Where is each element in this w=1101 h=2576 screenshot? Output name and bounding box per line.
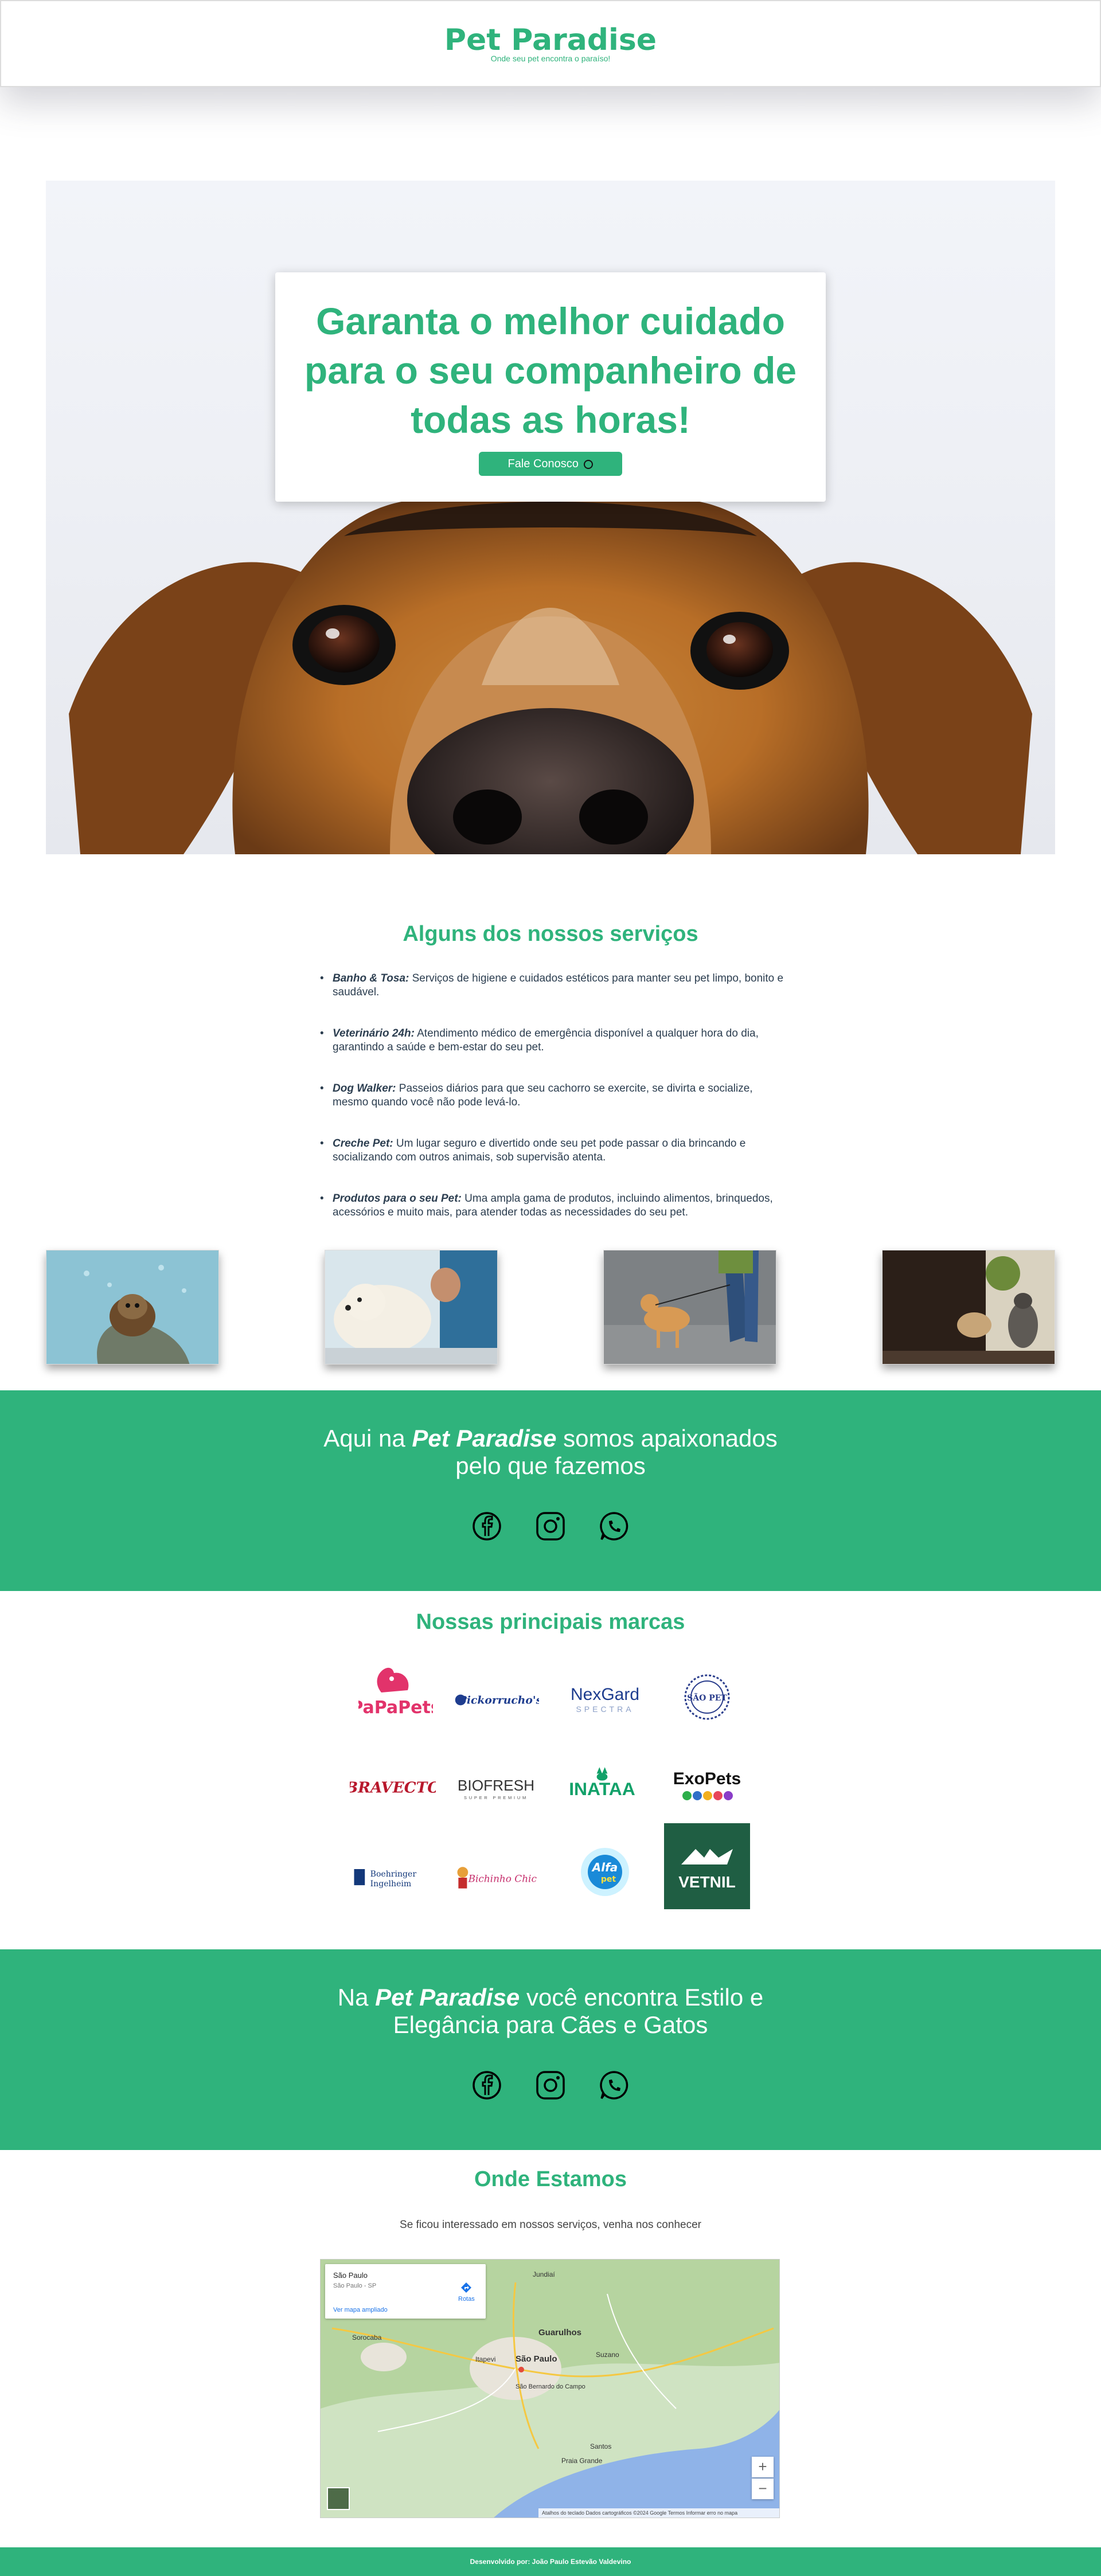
list-item: Produtos para o seu Pet: Uma ampla gama …: [320, 1192, 790, 1219]
svg-text:SPECTRA: SPECTRA: [576, 1705, 634, 1714]
whatsapp-icon: [584, 459, 594, 469]
map-label: Suzano: [596, 2351, 619, 2359]
services-title: Alguns dos nossos serviços: [403, 922, 698, 946]
brand-logo-bravecto[interactable]: BRAVECTO: [350, 1757, 436, 1820]
passion-banner: Aqui na Pet Paradise somos apaixonados p…: [0, 1390, 1101, 1591]
map-label: Santos: [590, 2442, 611, 2450]
social-links: [0, 2070, 1101, 2104]
brands-title: Nossas principais marcas: [416, 1610, 685, 1634]
photo-daycare[interactable]: [882, 1250, 1055, 1365]
services-list: Banho & Tosa: Serviços de higiene e cuid…: [320, 972, 790, 1247]
brand-label: Bichinho Chic: [468, 1873, 537, 1885]
location-title: Onde Estamos: [474, 2167, 627, 2191]
brand-title[interactable]: Pet Paradise: [1, 23, 1100, 57]
hero-card: Garanta o melhor cuidado para o seu comp…: [275, 272, 826, 502]
site-footer: Desenvolvido por: João Paulo Estevão Val…: [0, 2547, 1101, 2576]
style-banner: Na Pet Paradise você encontra Estilo e E…: [0, 1949, 1101, 2150]
service-desc: Um lugar seguro e divertido onde seu pet…: [333, 1137, 746, 1163]
brand-logo-bichinho-chic[interactable]: Bichinho Chic: [453, 1846, 539, 1909]
service-name: Creche Pet:: [333, 1137, 393, 1150]
photo-vet[interactable]: [325, 1250, 498, 1365]
hero-title: Garanta o melhor cuidado para o seu comp…: [304, 300, 797, 441]
instagram-icon[interactable]: [535, 2070, 566, 2101]
contact-button[interactable]: Fale Conosco: [479, 452, 622, 476]
banner-pre: Aqui na: [323, 1425, 412, 1452]
brand-logo-boehringer[interactable]: Boehringer Ingelheim: [350, 1846, 436, 1909]
svg-text:Alfa: Alfa: [591, 1860, 618, 1874]
brand-label: SÃO PET: [687, 1692, 727, 1703]
zoom-in-button[interactable]: +: [752, 2457, 774, 2477]
map-place-address: São Paulo - SP: [333, 2282, 377, 2289]
svg-text:NexGard: NexGard: [571, 1685, 639, 1704]
map-expand-link[interactable]: Ver mapa ampliado: [333, 2307, 388, 2313]
banner-text: Aqui na Pet Paradise somos apaixonados p…: [0, 1425, 1101, 1480]
whatsapp-icon[interactable]: [599, 2070, 630, 2101]
hero-section: Garanta o melhor cuidado para o seu comp…: [46, 181, 1055, 854]
map-label: Sorocaba: [352, 2333, 382, 2342]
contact-button-label: Fale Conosco: [507, 458, 579, 470]
svg-text:Boehringer: Boehringer: [370, 1870, 417, 1879]
map-label: Itapevi: [475, 2355, 495, 2363]
social-links: [0, 1511, 1101, 1545]
brand-logo-vetnil[interactable]: VETNIL: [664, 1823, 750, 1909]
brand-logo-pickorruchos[interactable]: Pickorrucho's: [453, 1668, 539, 1731]
list-item: Banho & Tosa: Serviços de higiene e cuid…: [320, 972, 790, 999]
brand-logo-alfapet[interactable]: Alfa pet: [562, 1840, 648, 1903]
svg-text:Ingelheim: Ingelheim: [370, 1879, 412, 1889]
map-label: São Bernardo do Campo: [516, 2383, 585, 2390]
brand-tagline: Onde seu pet encontra o paraíso!: [490, 54, 611, 63]
whatsapp-icon[interactable]: [599, 1511, 630, 1542]
banner-text: Na Pet Paradise você encontra Estilo e E…: [0, 1984, 1101, 2039]
map-directions-button[interactable]: Rotas: [458, 2281, 475, 2303]
photo-dog-walker[interactable]: [603, 1250, 776, 1365]
map-place-name: São Paulo: [333, 2271, 368, 2280]
brand-label: PaPaPets: [358, 1698, 433, 1718]
service-name: Dog Walker:: [333, 1082, 396, 1094]
brand-label: BIOFRESH: [458, 1777, 534, 1794]
brand-label: Pickorrucho's: [458, 1694, 539, 1707]
banner-pre: Na: [337, 1984, 376, 2011]
svg-text:pet: pet: [601, 1875, 616, 1884]
site-header: Pet Paradise Onde seu pet encontra o par…: [0, 0, 1101, 87]
facebook-icon[interactable]: [471, 1511, 502, 1542]
brand-logo-nexgard[interactable]: NexGard SPECTRA: [562, 1668, 648, 1731]
brand-logo-exopets[interactable]: ExoPets: [664, 1754, 750, 1817]
brand-logo-inataa[interactable]: INATAA: [559, 1754, 645, 1817]
facebook-icon[interactable]: [471, 2070, 502, 2101]
brand-label: BRAVECTO: [350, 1779, 436, 1797]
brand-label: INATAA: [569, 1778, 635, 1799]
svg-text:SUPER PREMIUM: SUPER PREMIUM: [464, 1795, 528, 1800]
google-map[interactable]: Guarulhos São Paulo Sorocaba Santos Prai…: [320, 2259, 780, 2518]
brand-logo-biofresh[interactable]: BIOFRESH SUPER PREMIUM: [453, 1757, 539, 1820]
service-name: Veterinário 24h:: [333, 1027, 415, 1039]
location-subtitle: Se ficou interessado em nossos serviços,…: [400, 2219, 701, 2231]
instagram-icon[interactable]: [535, 1511, 566, 1542]
service-name: Produtos para o seu Pet:: [333, 1193, 462, 1205]
list-item: Creche Pet: Um lugar seguro e divertido …: [320, 1137, 790, 1164]
map-info-card: São Paulo São Paulo - SP Ver mapa amplia…: [325, 2264, 486, 2319]
brand-logo-saopet[interactable]: SÃO PET: [664, 1666, 750, 1729]
zoom-out-button[interactable]: −: [752, 2479, 774, 2499]
brand-label: VETNIL: [678, 1873, 736, 1891]
banner-brand: Pet Paradise: [375, 1984, 520, 2011]
list-item: Veterinário 24h: Atendimento médico de e…: [320, 1027, 790, 1054]
brand-logo-papapets[interactable]: PaPaPets: [353, 1663, 439, 1726]
map-directions-label: Rotas: [458, 2296, 475, 2303]
footer-credit: Desenvolvido por: João Paulo Estevão Val…: [470, 2558, 631, 2566]
brand-label: ExoPets: [673, 1769, 741, 1788]
map-label: Guarulhos: [538, 2328, 581, 2337]
photo-grooming[interactable]: [46, 1250, 219, 1365]
map-label: Praia Grande: [561, 2457, 603, 2465]
map-label: São Paulo: [516, 2354, 557, 2364]
service-name: Banho & Tosa:: [333, 972, 409, 984]
map-attribution: Atalhos do teclado Dados cartográficos ©…: [538, 2508, 779, 2518]
list-item: Dog Walker: Passeios diários para que se…: [320, 1082, 790, 1109]
banner-brand: Pet Paradise: [412, 1425, 557, 1452]
directions-icon: [461, 2282, 472, 2293]
map-label: Jundiaí: [533, 2270, 555, 2278]
service-photos: [0, 1250, 1101, 1365]
service-desc: Passeios diários para que seu cachorro s…: [333, 1082, 753, 1108]
